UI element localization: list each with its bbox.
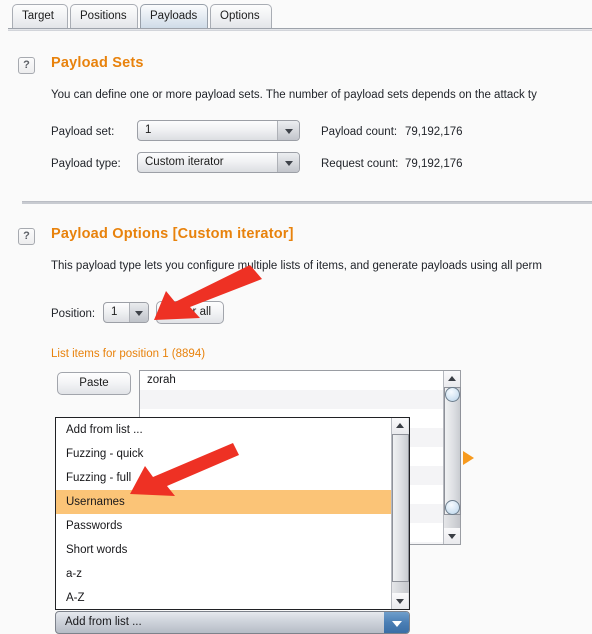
chevron-down-icon[interactable] xyxy=(129,303,148,322)
tab-positions-label: Positions xyxy=(80,10,127,22)
add-from-list-value: Add from list ... xyxy=(65,616,142,628)
dropdown-item-label: a-z xyxy=(66,568,82,580)
chevron-down-icon[interactable] xyxy=(277,121,299,140)
list-item-first: zorah xyxy=(147,374,176,386)
payload-sets-title: Payload Sets xyxy=(51,55,144,71)
dropdown-item-label: Add from list ... xyxy=(66,424,143,436)
orange-play-marker-icon xyxy=(463,451,474,465)
clear-all-label: Clear all xyxy=(168,306,212,318)
scrollbar-thumb-cap-bottom xyxy=(445,500,460,515)
dropdown-item-a-z-lower[interactable]: a-z xyxy=(56,562,409,586)
paste-button[interactable]: Paste xyxy=(57,372,131,395)
dropdown-item-a-z-upper[interactable]: A-Z xyxy=(56,586,409,609)
request-count-value: 79,192,176 xyxy=(405,158,463,170)
payload-sets-help-icon[interactable]: ? xyxy=(18,57,35,74)
dropdown-item-label: Passwords xyxy=(66,520,123,532)
dropdown-item-usernames[interactable]: Usernames xyxy=(56,490,409,514)
dropdown-item-passwords[interactable]: Passwords xyxy=(56,514,409,538)
add-from-list-select[interactable]: Add from list ... xyxy=(55,611,410,634)
payload-type-select[interactable]: Custom iterator xyxy=(137,152,300,173)
dropdown-item-add-from-list[interactable]: Add from list ... xyxy=(56,418,409,442)
chevron-down-icon[interactable] xyxy=(384,612,409,633)
add-from-list-dropdown[interactable]: Add from list ... Fuzzing - quick Fuzzin… xyxy=(55,417,410,610)
dropdown-item-fuzzing-quick[interactable]: Fuzzing - quick xyxy=(56,442,409,466)
dropdown-item-fuzzing-full[interactable]: Fuzzing - full xyxy=(56,466,409,490)
tab-bar: Target Positions Payloads Options xyxy=(0,0,592,32)
dropdown-item-label: Fuzzing - full xyxy=(66,472,132,484)
dropdown-scrollbar[interactable] xyxy=(391,418,409,609)
paste-label: Paste xyxy=(79,377,109,389)
payload-set-label: Payload set: xyxy=(51,126,115,138)
tab-options[interactable]: Options xyxy=(210,4,272,28)
position-value: 1 xyxy=(111,306,118,318)
payload-type-label: Payload type: xyxy=(51,158,121,170)
list-items-label: List items for position 1 (8894) xyxy=(51,348,206,360)
scroll-up-icon[interactable] xyxy=(444,371,460,387)
payload-type-value: Custom iterator xyxy=(145,156,224,168)
dropdown-scroll-down-icon[interactable] xyxy=(392,593,408,609)
dropdown-scroll-up-icon[interactable] xyxy=(392,418,408,434)
payloads-panel: ? Payload Sets You can define one or mor… xyxy=(0,31,592,634)
tab-payloads-label: Payloads xyxy=(150,10,198,22)
position-select[interactable]: 1 xyxy=(103,302,149,323)
payload-set-select[interactable]: 1 xyxy=(137,120,300,141)
tab-target-label: Target xyxy=(22,10,54,22)
tab-target[interactable]: Target xyxy=(12,4,68,28)
dropdown-item-short-words[interactable]: Short words xyxy=(56,538,409,562)
payload-count-value: 79,192,176 xyxy=(405,126,463,138)
payload-options-title: Payload Options [Custom iterator] xyxy=(51,226,294,242)
question-mark-icon: ? xyxy=(23,230,30,242)
payload-sets-description: You can define one or more payload sets.… xyxy=(51,89,537,101)
dropdown-item-label: A-Z xyxy=(66,592,85,604)
question-mark-icon: ? xyxy=(23,59,30,71)
list-items-scrollbar[interactable] xyxy=(443,371,461,544)
payload-options-help-icon[interactable]: ? xyxy=(18,228,35,245)
tab-payloads[interactable]: Payloads xyxy=(140,4,208,28)
position-label: Position: xyxy=(51,308,96,320)
payload-options-description: This payload type lets you configure mul… xyxy=(51,260,542,272)
tab-positions[interactable]: Positions xyxy=(70,4,138,28)
section-divider xyxy=(22,201,592,204)
payload-set-value: 1 xyxy=(145,124,152,136)
chevron-down-icon[interactable] xyxy=(277,153,299,172)
scrollbar-thumb[interactable] xyxy=(444,387,461,515)
scrollbar-thumb-cap-top xyxy=(445,387,460,402)
dropdown-item-label: Usernames xyxy=(66,496,125,508)
dropdown-item-label: Short words xyxy=(66,544,128,556)
scroll-down-icon[interactable] xyxy=(444,528,460,544)
payload-count-label: Payload count: xyxy=(321,126,398,138)
dropdown-scrollbar-thumb[interactable] xyxy=(392,434,409,582)
request-count-label: Request count: xyxy=(321,158,399,170)
tab-options-label: Options xyxy=(220,10,260,22)
dropdown-item-label: Fuzzing - quick xyxy=(66,448,144,460)
clear-all-button[interactable]: Clear all xyxy=(156,301,224,324)
